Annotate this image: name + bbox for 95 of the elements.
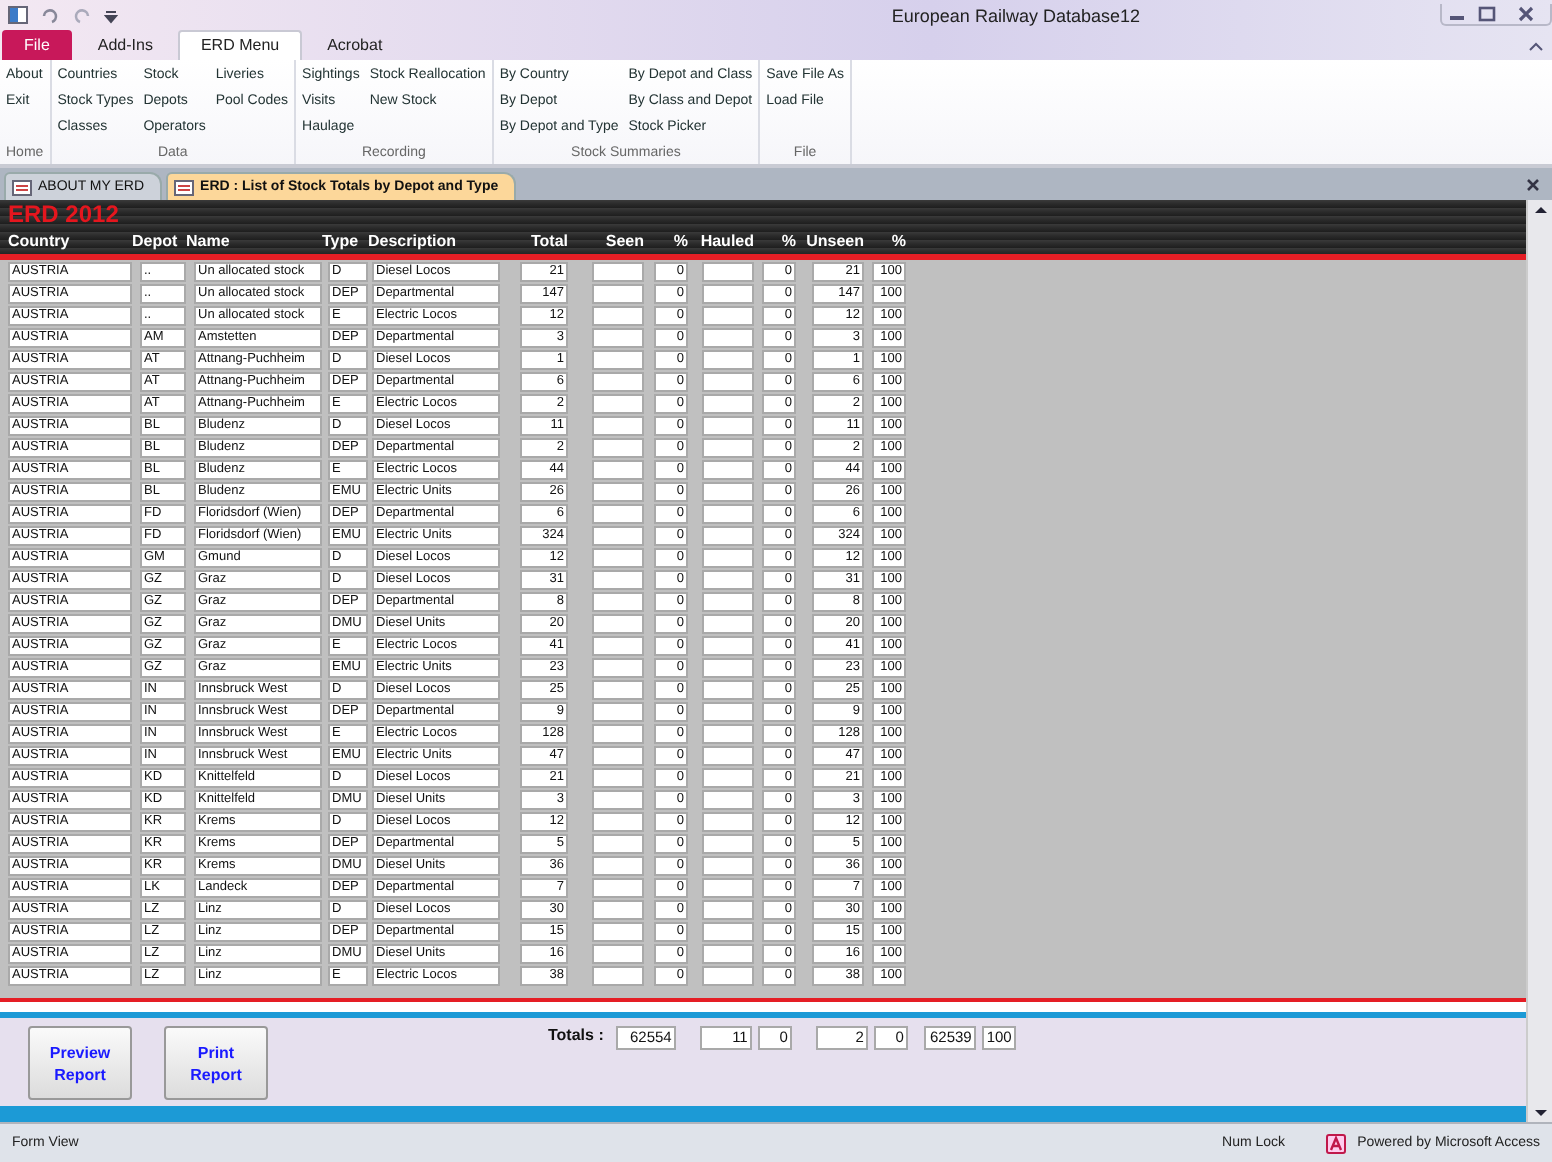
seen-cell [592,922,644,942]
seen-cell [592,394,644,414]
hauled-cell [702,922,754,942]
collapse-ribbon-icon[interactable] [1528,40,1544,52]
ribbon-tab[interactable]: Acrobat [305,30,405,60]
seen-cell [592,548,644,568]
hauled-cell [702,372,754,392]
hauled-cell [702,262,754,282]
seen-cell [592,460,644,480]
hauled-cell [702,636,754,656]
seen-cell [592,944,644,964]
hauled-cell [702,504,754,524]
column-header: Description [368,230,459,254]
column-header: Name [186,230,232,254]
seen-cell [592,284,644,304]
app-icon[interactable] [8,6,28,24]
hauled-cell [702,350,754,370]
column-header: Total [528,230,568,254]
seen-cell [592,438,644,458]
seen-cell [592,702,644,722]
hauled-cell [702,438,754,458]
seen-cell [592,350,644,370]
seen-cell [592,790,644,810]
seen-cell [592,416,644,436]
hauled-cell [702,284,754,304]
report-button[interactable]: Print Report [164,1026,268,1100]
hauled-cell [702,944,754,964]
seen-cell [592,966,644,986]
seen-cell [592,636,644,656]
ribbon-tab[interactable]: Add-Ins [75,30,175,60]
seen-cell [592,614,644,634]
hauled-cell [702,482,754,502]
seen-cell [592,878,644,898]
hauled-cell [702,702,754,722]
form-icon [12,179,32,195]
seen-cell [592,504,644,524]
hauled-cell [702,570,754,590]
seen-cell [592,328,644,348]
seen-cell [592,768,644,788]
hauled-cell [702,790,754,810]
hauled-cell [702,306,754,326]
seen-cell [592,306,644,326]
seen-cell [592,372,644,392]
column-header: Seen [603,230,644,254]
seen-cell [592,856,644,876]
column-header: % [671,230,688,254]
ribbon-tab[interactable]: ERD Menu [178,30,302,60]
hauled-cell [702,416,754,436]
report-button[interactable]: Preview Report [28,1026,132,1100]
column-header: Country [8,230,72,254]
close-icon[interactable] [1526,178,1540,192]
seen-cell [592,746,644,766]
column-header: Depot [132,230,180,254]
hauled-cell [702,328,754,348]
column-header: Hauled [698,230,754,254]
hauled-cell [702,966,754,986]
hauled-cell [702,878,754,898]
hauled-cell [702,460,754,480]
seen-cell [592,834,644,854]
hauled-cell [702,746,754,766]
form-icon [174,179,195,195]
column-header: Type [322,230,361,254]
access-logo-icon [1325,1133,1346,1153]
column-header: % [889,230,906,254]
seen-cell [592,658,644,678]
brand-title: ERD 2012 [8,200,121,228]
hauled-cell [702,900,754,920]
seen-cell [592,812,644,832]
column-header: % [779,230,796,254]
seen-cell [592,526,644,546]
ribbon-tab[interactable]: File [2,30,72,60]
seen-cell [592,592,644,612]
seen-cell [592,570,644,590]
seen-cell [592,724,644,744]
hauled-cell [702,680,754,700]
undo-icon[interactable] [40,6,60,24]
hauled-cell [702,658,754,678]
seen-cell [592,482,644,502]
customize-icon[interactable] [104,6,118,24]
hauled-cell [702,548,754,568]
hauled-cell [702,856,754,876]
hauled-cell [702,394,754,414]
seen-cell [592,262,644,282]
hauled-cell [702,592,754,612]
hauled-cell [702,834,754,854]
hauled-cell [702,812,754,832]
totals-label: Totals : [548,1026,604,1048]
hauled-cell [702,768,754,788]
hauled-cell [702,614,754,634]
hauled-cell [702,526,754,546]
column-header: Unseen [804,230,864,254]
window-title: European Railway Database12 [891,5,1140,25]
seen-cell [592,900,644,920]
hauled-cell [702,724,754,744]
seen-cell [592,680,644,700]
